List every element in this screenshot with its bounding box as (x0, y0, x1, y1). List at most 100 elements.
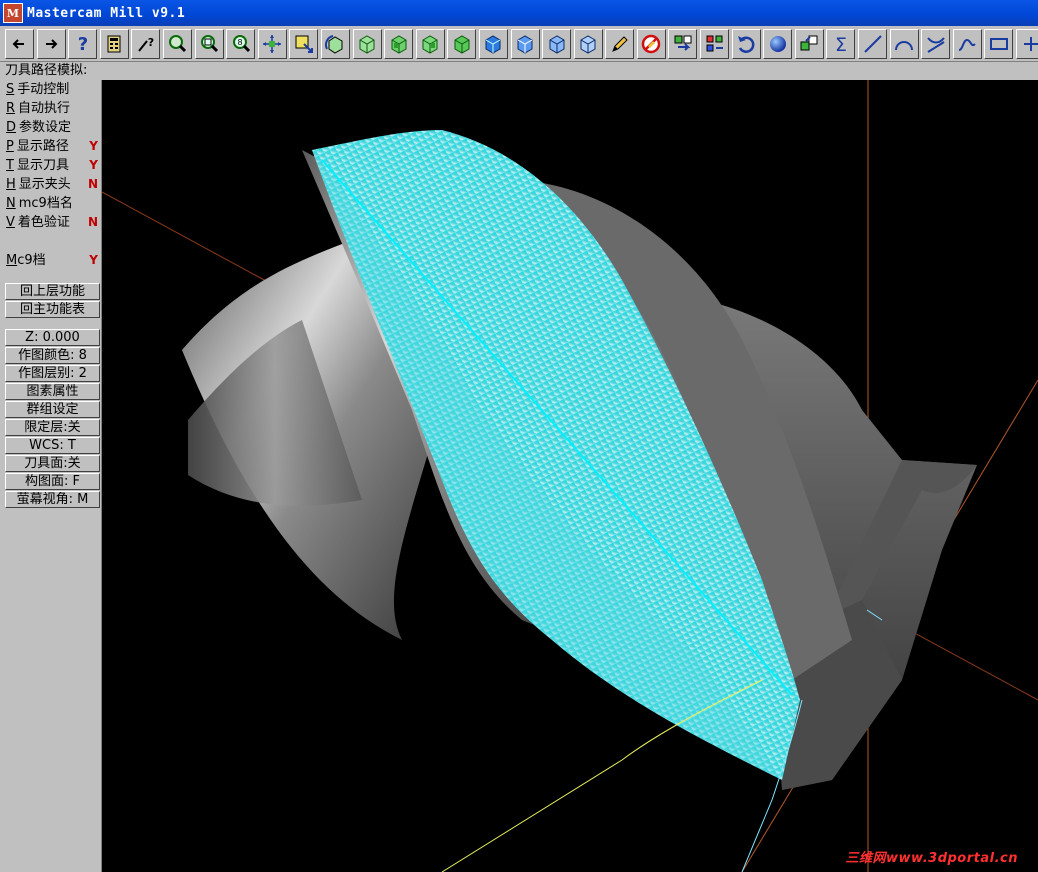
rectangle-button[interactable] (984, 28, 1014, 59)
spline-button[interactable] (952, 28, 982, 59)
prompt-line: 刀具路径模拟: (0, 62, 1038, 80)
more-button[interactable] (1016, 28, 1038, 59)
main-menu-button[interactable]: 回主功能表 (5, 301, 100, 318)
group-button[interactable]: 群组设定 (5, 401, 100, 418)
menu-flag: N (87, 177, 98, 191)
menu-item-manual-control[interactable]: S 手动控制 (6, 80, 98, 99)
zoom-window-icon (166, 33, 188, 55)
fillet-button[interactable] (921, 28, 951, 59)
hotkey: P (6, 139, 14, 154)
analyze-button[interactable]: ? (131, 28, 161, 59)
cube-blue-1-icon (482, 33, 504, 55)
menu-item-auto-run[interactable]: R 自动执行 (6, 99, 98, 118)
mask-button[interactable]: 限定层:关 (5, 419, 100, 436)
zoom-button[interactable] (194, 28, 224, 59)
level-button[interactable] (668, 28, 698, 59)
cube-blue-4-icon (577, 33, 599, 55)
svg-text:?: ? (77, 34, 87, 55)
svg-text:Σ: Σ (835, 34, 847, 55)
group-button[interactable] (700, 28, 730, 59)
menu-item-label: 显示夹头 (18, 177, 71, 192)
zoom-window-button[interactable] (162, 28, 192, 59)
graphics-viewport[interactable]: 三维网www.3dportal.cn (102, 80, 1038, 872)
menu-item-show-holder[interactable]: H 显示夹头 N (6, 175, 98, 194)
group-icon (704, 33, 726, 55)
svg-text:?: ? (148, 36, 154, 49)
cube-blue-4-button[interactable] (573, 28, 603, 59)
pencil-icon (609, 33, 631, 55)
view-iso-icon (451, 33, 473, 55)
cube-blue-3-icon (546, 33, 568, 55)
menu-item-parameters[interactable]: D 参数设定 (6, 118, 98, 137)
hotkey: H (6, 177, 16, 192)
view-top-button[interactable] (352, 28, 382, 59)
cube-blue-3-button[interactable] (542, 28, 572, 59)
wcs-button[interactable]: WCS: T (5, 437, 100, 454)
svg-text:8: 8 (237, 38, 242, 47)
menu-item-mc9-filename[interactable]: Nmc9档名 (6, 194, 98, 213)
back-arrow-button[interactable] (5, 28, 34, 59)
undo-button[interactable] (731, 28, 761, 59)
level-icon (672, 33, 694, 55)
fillet-icon (925, 33, 947, 55)
pan-button[interactable] (257, 28, 287, 59)
tool-plane-button[interactable]: 刀具面:关 (5, 455, 100, 472)
cube-blue-2-button[interactable] (510, 28, 540, 59)
hotkey: D (6, 120, 17, 135)
transform-button[interactable] (794, 28, 824, 59)
view-iso-button[interactable] (447, 28, 477, 59)
arc-button[interactable] (889, 28, 919, 59)
line-button[interactable] (858, 28, 888, 59)
line-icon (862, 33, 884, 55)
hotkey: S (6, 82, 15, 97)
rotate-view-icon (324, 33, 346, 55)
sphere-icon (767, 33, 789, 55)
forward-arrow-button[interactable] (36, 28, 66, 59)
z-depth-button[interactable]: Z: 0.000 (5, 329, 100, 346)
help-icon: ? (72, 33, 94, 55)
rotate-view-button[interactable] (320, 28, 350, 59)
sigma-button[interactable]: Σ (826, 28, 856, 59)
view-top-icon (356, 33, 378, 55)
calculator-button[interactable] (99, 28, 129, 59)
window-title: Mastercam Mill v9.1 (27, 5, 186, 21)
menu-item-show-tool[interactable]: T 显示刀具 Y (6, 156, 98, 175)
help-button[interactable]: ? (68, 28, 98, 59)
zoom-scale-icon: 8 (230, 33, 252, 55)
watermark: 三维网www.3dportal.cn (845, 851, 1018, 866)
spline-icon (956, 33, 978, 55)
cube-blue-1-button[interactable] (478, 28, 508, 59)
title-bar: M Mastercam Mill v9.1 (0, 0, 1038, 26)
sphere-button[interactable] (763, 28, 793, 59)
construction-plane-button[interactable]: 构图面: F (5, 473, 100, 490)
menu-flag: Y (89, 139, 98, 153)
view-front-button[interactable] (384, 28, 414, 59)
graphics-view-button[interactable]: 萤幕视角: M (5, 491, 100, 508)
zoom-icon (198, 33, 220, 55)
menu-flag: Y (89, 158, 98, 172)
color-button[interactable]: 作图颜色: 8 (5, 347, 100, 364)
pencil-button[interactable] (605, 28, 635, 59)
zoom-select-button[interactable] (289, 28, 319, 59)
no-erase-icon (640, 33, 662, 55)
no-erase-button[interactable] (636, 28, 666, 59)
menu-item-shaded-verify[interactable]: V 着色验证 N (6, 213, 98, 232)
back-arrow-icon (9, 33, 31, 55)
back-level-button[interactable]: 回上层功能 (5, 283, 100, 300)
menu-item-mc9-file[interactable]: Mc9档 Y (6, 251, 98, 270)
level-button[interactable]: 作图层别: 2 (5, 365, 100, 382)
pan-icon (261, 33, 283, 55)
view-side-icon (419, 33, 441, 55)
arc-icon (893, 33, 915, 55)
calculator-icon (103, 33, 125, 55)
attributes-button[interactable]: 图素属性 (5, 383, 100, 400)
menu-item-label: 自动执行 (18, 101, 71, 116)
zoom-scale-button[interactable]: 8 (226, 28, 256, 59)
hotkey: R (6, 101, 16, 116)
menu-item-show-path[interactable]: P 显示路径 Y (6, 137, 98, 156)
app-icon[interactable]: M (3, 3, 23, 23)
view-side-button[interactable] (415, 28, 445, 59)
hotkey: T (6, 158, 14, 173)
menu-item-label: 手动控制 (17, 82, 70, 97)
more-icon (1020, 33, 1038, 55)
